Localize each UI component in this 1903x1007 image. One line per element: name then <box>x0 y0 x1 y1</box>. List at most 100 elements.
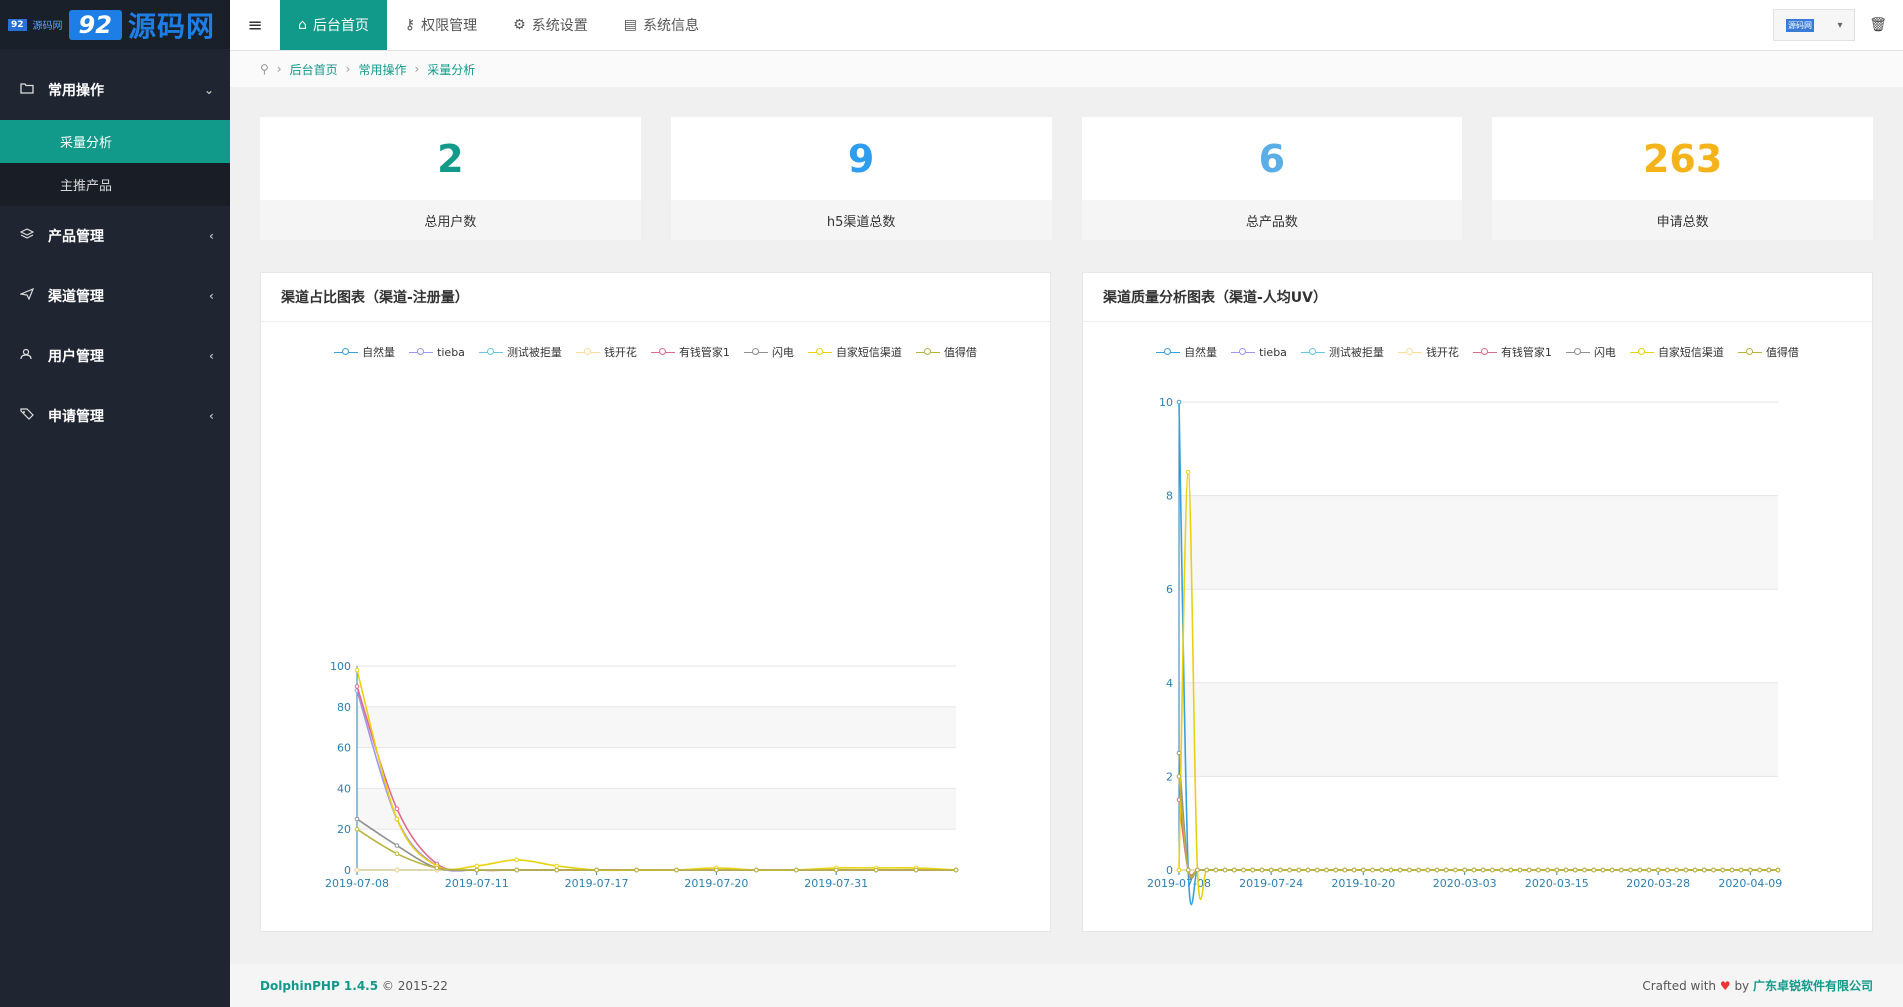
tab-label: 系统设置 <box>531 18 588 34</box>
chevron-left-icon: ‹ <box>209 229 214 243</box>
series-point <box>1324 867 1329 873</box>
series-point <box>674 867 679 873</box>
series-point <box>1213 867 1219 873</box>
breadcrumb-separator: › <box>345 62 351 76</box>
chevron-left-icon: ‹ <box>209 409 214 423</box>
series-point <box>1674 867 1679 873</box>
user-dropdown[interactable]: 源码网 ▾ <box>1773 9 1856 41</box>
sidebar-group-channels[interactable]: 渠道管理 ‹ <box>0 266 230 326</box>
series-point <box>1195 867 1200 873</box>
logo[interactable]: 92 源码网 92 源码网 <box>0 0 230 49</box>
y-tick-label: 4 <box>1166 677 1173 690</box>
sidebar-group-applications[interactable]: 申请管理 ‹ <box>0 386 230 446</box>
sidebar-item-collect-analysis[interactable]: 采量分析 <box>0 120 230 163</box>
series-point <box>1259 867 1265 873</box>
series-point <box>1729 867 1735 873</box>
series-point <box>1231 867 1237 873</box>
sidebar-item-main-products[interactable]: 主推产品 <box>0 163 230 206</box>
chart-panel-channel-quality: 渠道质量分析图表（渠道-人均UV） 自然量 tieba 测试被拒量 钱开花 有钱管家1 闪… <box>1082 272 1873 932</box>
breadcrumb-item-home[interactable]: 后台首页 <box>290 61 338 78</box>
series-point <box>1775 867 1781 873</box>
sidebar-group-label: 用户管理 <box>48 349 104 365</box>
file-icon: ▤ <box>623 17 637 33</box>
line-chart-uv: 0 2 4 6 8 10 2019-07-08 2019-07-24 2019-10-20 202… <box>1147 396 1782 906</box>
series-point <box>1766 867 1772 873</box>
stat-card-users: 2 总用户数 <box>260 117 641 240</box>
series-point <box>1434 867 1440 873</box>
stat-label: h5渠道总数 <box>670 200 1052 240</box>
breadcrumb-item-common[interactable]: 常用操作 <box>358 61 406 78</box>
series-point <box>1609 867 1615 873</box>
sidebar-group-label: 产品管理 <box>48 229 104 245</box>
sidebar-group-label: 申请管理 <box>48 409 104 425</box>
tab-settings[interactable]: ⚙ 系统设置 <box>495 0 606 50</box>
sidebar-group-products[interactable]: 产品管理 ‹ <box>0 206 230 266</box>
series-point <box>1526 867 1532 873</box>
series-point <box>1250 867 1256 873</box>
chevron-left-icon: ‹ <box>209 289 214 303</box>
footer-right: Crafted with ♥ by 广东卓锐软件有限公司 <box>1642 977 1873 994</box>
grid-band <box>357 706 956 748</box>
x-tick-label: 2020-03-28 <box>1626 877 1690 890</box>
sidebar-group-common[interactable]: 常用操作 ⌄ <box>0 60 230 120</box>
footer-company[interactable]: 广东卓锐软件有限公司 <box>1753 979 1873 993</box>
series-point <box>1572 867 1578 873</box>
stat-card-products: 6 总产品数 <box>1081 117 1463 240</box>
series-point <box>1720 867 1726 873</box>
logo-number: 92 <box>68 9 122 40</box>
chevron-down-icon: ⌄ <box>203 83 214 97</box>
series-point <box>1453 867 1458 873</box>
series-point <box>1665 867 1670 873</box>
sidebar-group-users[interactable]: 用户管理 ‹ <box>0 326 230 386</box>
series-point <box>1582 867 1587 873</box>
footer-brand[interactable]: DolphinPHP 1.4.5 <box>260 979 378 993</box>
series-point <box>1176 774 1182 779</box>
logo-name: 源码网 <box>127 9 215 43</box>
series-point <box>1407 867 1412 873</box>
series-point <box>1268 867 1274 873</box>
stat-value: 9 <box>847 136 875 181</box>
series-point <box>1314 867 1320 873</box>
tab-permissions[interactable]: ⚷ 权限管理 <box>387 0 495 50</box>
series-point <box>1499 867 1504 873</box>
x-tick-label: 2020-03-03 <box>1433 877 1497 890</box>
y-tick-label: 0 <box>1166 864 1173 877</box>
series-point <box>474 863 480 869</box>
tab-system-info[interactable]: ▤ 系统信息 <box>606 0 717 50</box>
series-point <box>833 867 839 873</box>
location-pin-icon: ⚲ <box>260 62 269 76</box>
series-point <box>1351 867 1357 873</box>
series-point <box>394 806 400 812</box>
series-point <box>1176 750 1182 756</box>
series-point <box>1508 867 1514 873</box>
series-point <box>1185 469 1191 475</box>
gear-icon: ⚙ <box>513 17 526 33</box>
series-point <box>1342 867 1348 873</box>
users-icon <box>20 348 48 364</box>
stat-value: 2 <box>437 136 464 181</box>
series-point <box>394 851 400 856</box>
series-point <box>1333 867 1338 873</box>
series-point <box>634 867 639 873</box>
avatar: 源码网 <box>1785 18 1814 32</box>
series-point <box>394 867 400 873</box>
trash-icon[interactable]: 🗑 <box>1869 17 1887 33</box>
stat-label: 总用户数 <box>260 200 641 240</box>
series-point <box>1517 867 1523 873</box>
series-point <box>1563 867 1569 873</box>
tab-home[interactable]: ⌂ 后台首页 <box>280 0 387 50</box>
series-point <box>1738 867 1744 873</box>
stat-cards: 2 总用户数 9 h5渠道总数 6 总产品数 263 申请总数 <box>260 117 1873 240</box>
footer: DolphinPHP 1.4.5 © 2015-22 Crafted with … <box>230 964 1903 1007</box>
x-tick-label: 2020-03-15 <box>1525 877 1589 890</box>
series-point <box>594 867 599 873</box>
series-point <box>953 867 959 873</box>
series-point <box>354 684 360 689</box>
menu-toggle-icon[interactable]: ≡ <box>230 0 280 50</box>
breadcrumb-item-current: 采量分析 <box>427 62 476 77</box>
stat-label: 总产品数 <box>1081 200 1463 240</box>
series-point <box>913 867 919 873</box>
stat-card-applications: 263 申请总数 <box>1492 117 1873 240</box>
series-point <box>1397 867 1403 873</box>
y-tick-label: 80 <box>337 701 351 714</box>
